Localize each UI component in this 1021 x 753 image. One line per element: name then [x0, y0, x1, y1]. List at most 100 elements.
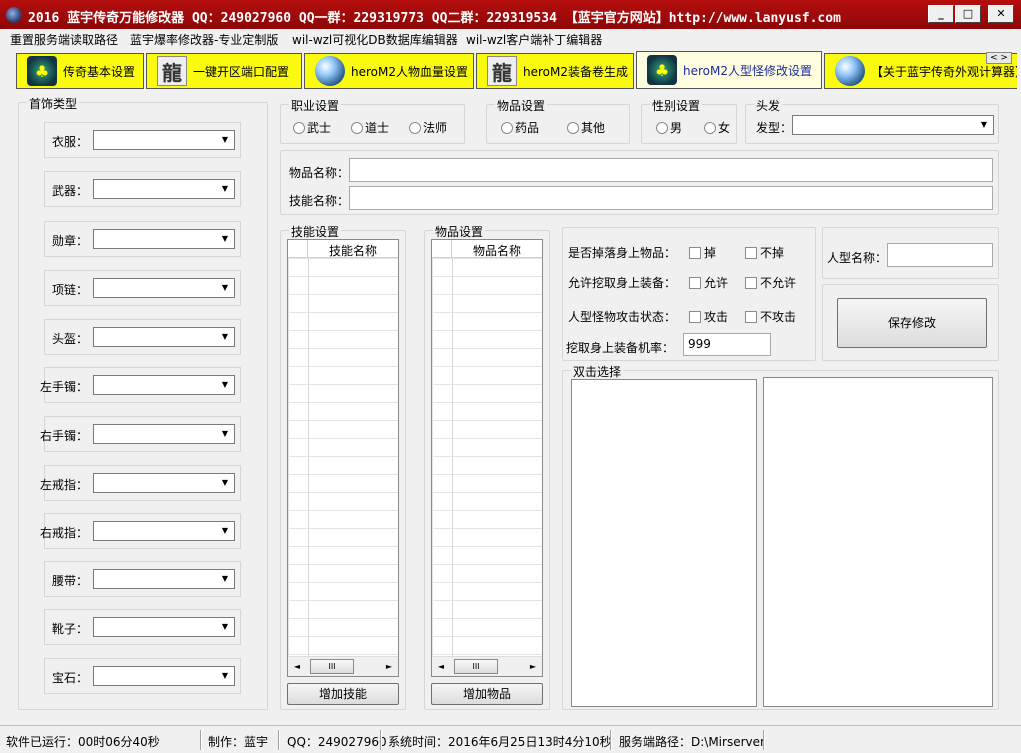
save-button[interactable]: 保存修改	[837, 298, 987, 348]
item-type-group: 物品设置 药品 其他	[486, 97, 630, 144]
save-panel: 保存修改	[822, 284, 999, 361]
title-bar: 2016 蓝宇传奇万能修改器 QQ：249027960 QQ一群：2293197…	[0, 0, 1021, 29]
job-radio-mage[interactable]: 法师	[409, 119, 447, 136]
item-radio-other[interactable]: 其他	[567, 119, 605, 136]
accessory-row-right-ring: 右戒指： ▼	[40, 513, 241, 549]
accessory-row-gem: 宝石： ▼	[44, 658, 241, 694]
hair-group: 头发 发型： ▼	[745, 97, 999, 144]
accessory-combo-boots[interactable]: ▼	[93, 617, 235, 637]
gender-group: 性别设置 男 女	[641, 97, 737, 144]
monster-name-label: 人型名称：	[827, 251, 888, 265]
attack-no-checkbox[interactable]: 不攻击	[745, 308, 796, 325]
item-list[interactable]: 物品名称 ◄ III ►	[431, 239, 543, 677]
window-title: 2016 蓝宇传奇万能修改器 QQ：249027960 QQ一群：2293197…	[28, 11, 841, 26]
chevron-down-icon: ▼	[221, 135, 229, 144]
accessory-combo-gem[interactable]: ▼	[93, 666, 235, 686]
accessory-combo-helmet[interactable]: ▼	[93, 327, 235, 347]
gender-radio-male[interactable]: 男	[656, 119, 682, 136]
skill-list-scrollbar[interactable]: ◄ III ►	[288, 656, 398, 676]
accessory-label: 靴子：	[51, 622, 88, 636]
tab-port-config[interactable]: 龍 一键开区端口配置	[146, 53, 302, 89]
accessory-combo-clothes[interactable]: ▼	[93, 130, 235, 150]
chevron-down-icon: ▼	[221, 574, 229, 583]
tab-bar: ♣ 传奇基本设置 龍 一键开区端口配置 heroM2人物血量设置 龍 heroM…	[6, 51, 1017, 91]
job-radio-warrior[interactable]: 武士	[293, 119, 331, 136]
accessory-label: 左手镯：	[39, 380, 88, 394]
accessory-combo-weapon[interactable]: ▼	[93, 179, 235, 199]
accessory-row-helmet: 头盔： ▼	[44, 319, 241, 355]
minimize-button[interactable]: _	[928, 5, 954, 23]
chevron-down-icon: ▼	[221, 332, 229, 341]
dig-yes-checkbox[interactable]: 允许	[689, 274, 728, 291]
close-button[interactable]: ✕	[988, 5, 1014, 23]
item-type-title: 物品设置	[495, 97, 548, 114]
accessory-row-boots: 靴子： ▼	[44, 609, 241, 645]
tab-basic-settings[interactable]: ♣ 传奇基本设置	[16, 53, 144, 89]
skill-list[interactable]: 技能名称 ◄ III ►	[287, 239, 399, 677]
add-skill-button[interactable]: 增加技能	[287, 683, 399, 705]
accessories-title: 首饰类型	[27, 95, 80, 112]
skill-group: 技能设置 技能名称 ◄ III ► 增加技能	[280, 223, 406, 710]
chevron-down-icon: ▼	[221, 429, 229, 438]
status-system-time: 系统时间：2016年6月25日13时4分10秒	[388, 735, 612, 749]
item-list-scrollbar[interactable]: ◄ III ►	[432, 656, 542, 676]
accessory-combo-left-ring[interactable]: ▼	[93, 473, 235, 493]
double-click-group: 双击选择	[562, 363, 999, 710]
accessory-combo-necklace[interactable]: ▼	[93, 278, 235, 298]
skill-name-input[interactable]	[349, 186, 993, 210]
drop-label: 是否掉落身上物品：	[568, 246, 677, 260]
menu-item-patch-editor[interactable]: wil-wzl客户端补丁编辑器	[466, 31, 602, 48]
options-panel: 是否掉落身上物品： 掉 不掉 允许挖取身上装备： 允许 不允许 人型怪物攻击状态…	[562, 227, 816, 361]
select-list-left[interactable]	[571, 379, 757, 707]
scroll-left-icon: ◄	[293, 662, 301, 671]
item-radio-medicine[interactable]: 药品	[501, 119, 539, 136]
accessory-combo-left-bracelet[interactable]: ▼	[93, 375, 235, 395]
accessory-label: 右戒指：	[39, 526, 88, 540]
accessory-combo-right-bracelet[interactable]: ▼	[93, 424, 235, 444]
item-name-input[interactable]	[349, 158, 993, 182]
accessory-combo-medal[interactable]: ▼	[93, 229, 235, 249]
skill-title: 技能设置	[289, 223, 342, 240]
menu-item-drop-rate-editor[interactable]: 蓝宇爆率修改器-专业定制版	[130, 31, 278, 48]
drop-no-checkbox[interactable]: 不掉	[745, 244, 784, 261]
chevron-down-icon: ▼	[221, 283, 229, 292]
drop-yes-checkbox[interactable]: 掉	[689, 244, 716, 261]
accessory-combo-belt[interactable]: ▼	[93, 569, 235, 589]
job-radio-taoist[interactable]: 道士	[351, 119, 389, 136]
dig-rate-label: 挖取身上装备机率：	[566, 341, 675, 355]
hair-style-combo[interactable]: ▼	[792, 115, 994, 135]
maximize-button[interactable]: □	[955, 5, 981, 23]
menu-item-db-editor[interactable]: wil-wzl可视化DB数据库编辑器	[292, 31, 458, 48]
hair-style-label: 发型：	[756, 121, 793, 135]
scroll-left-icon: ◄	[437, 662, 445, 671]
attack-yes-checkbox[interactable]: 攻击	[689, 308, 728, 325]
accessory-label: 右手镯：	[39, 429, 88, 443]
accessory-label: 项链：	[51, 283, 88, 297]
chevron-down-icon: ▼	[980, 120, 988, 129]
tree-icon: ♣	[27, 56, 57, 86]
tab-humanoid-monster[interactable]: ♣ heroM2人型怪修改设置	[636, 51, 822, 89]
accessory-label: 武器：	[51, 184, 88, 198]
accessory-combo-right-ring[interactable]: ▼	[93, 521, 235, 541]
minimize-icon: _	[938, 7, 944, 20]
menu-bar: 重置服务端读取路径 蓝宇爆率修改器-专业定制版 wil-wzl可视化DB数据库编…	[0, 29, 1021, 49]
add-item-button[interactable]: 增加物品	[431, 683, 543, 705]
chevron-down-icon: ▼	[221, 380, 229, 389]
item-list-title: 物品设置	[433, 223, 486, 240]
chevron-down-icon: ▼	[221, 622, 229, 631]
menu-item-reset-path[interactable]: 重置服务端读取路径	[10, 31, 118, 48]
select-list-right[interactable]	[763, 377, 993, 707]
gender-radio-female[interactable]: 女	[704, 119, 730, 136]
chevron-down-icon: ▼	[221, 478, 229, 487]
dig-no-checkbox[interactable]: 不允许	[745, 274, 796, 291]
accessory-label: 腰带：	[51, 574, 88, 588]
chevron-down-icon: ▼	[221, 526, 229, 535]
app-icon	[6, 7, 22, 23]
dig-rate-input[interactable]: 999	[683, 333, 771, 356]
gender-title: 性别设置	[650, 97, 703, 114]
tab-hp-settings[interactable]: heroM2人物血量设置	[304, 53, 474, 89]
status-qq: QQ：249027960	[287, 735, 387, 749]
tab-scroll-arrows[interactable]: < >	[986, 52, 1012, 64]
tab-equip-scroll[interactable]: 龍 heroM2装备卷生成	[476, 53, 634, 89]
monster-name-input[interactable]	[887, 243, 993, 267]
